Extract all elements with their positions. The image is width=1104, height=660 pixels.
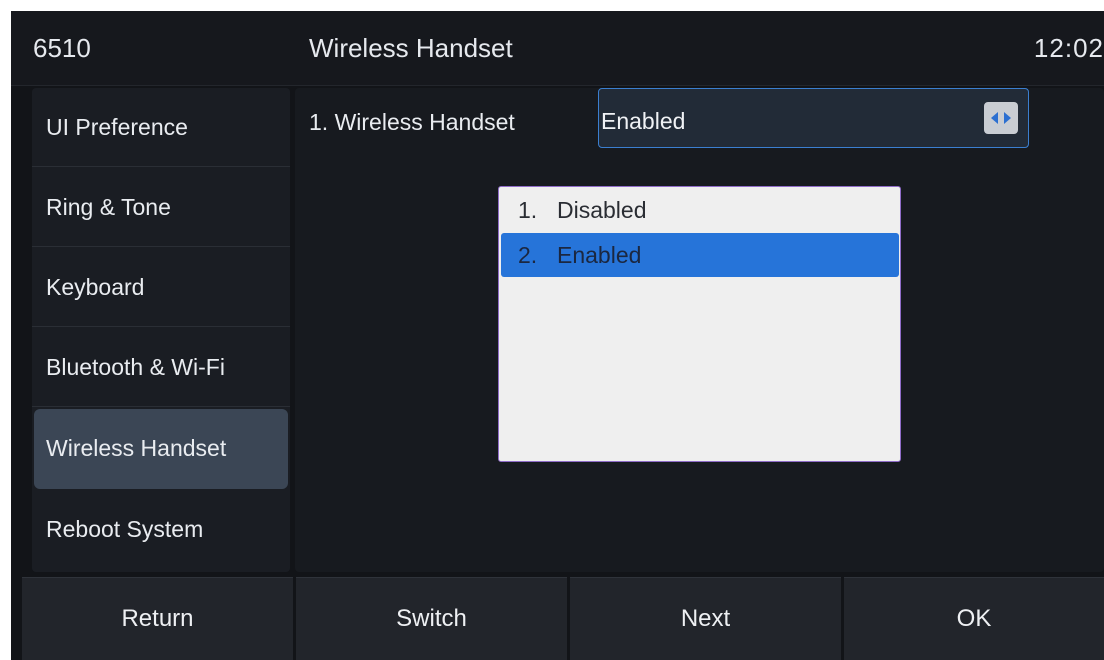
clock: 12:02 [1033, 33, 1104, 63]
option-disabled[interactable]: 1. Disabled [501, 188, 899, 232]
switch-button-label: Switch [396, 605, 467, 632]
sidebar-item-label: Keyboard [46, 274, 145, 300]
left-right-arrows-icon[interactable] [984, 102, 1018, 134]
next-button-label: Next [680, 605, 731, 632]
option-enabled[interactable]: 2. Enabled [501, 233, 899, 277]
sidebar-item-ring-tone[interactable]: Ring & Tone [32, 168, 290, 247]
status-bar: 6510 Wireless Handset 12:02 [11, 11, 1104, 86]
option-number: 2. [518, 242, 538, 268]
select-value: Enabled [601, 108, 686, 134]
sidebar-item-ui-preference[interactable]: UI Preference [32, 88, 290, 167]
sidebar-item-bluetooth-wifi[interactable]: Bluetooth & Wi-Fi [32, 328, 290, 407]
sidebar-item-label: UI Preference [46, 114, 188, 140]
ok-button[interactable]: OK [844, 577, 1104, 660]
options-dropdown: 1. Disabled 2. Enabled [498, 186, 901, 462]
ok-button-label: OK [956, 605, 992, 632]
settings-sidebar: UI Preference Ring & Tone Keyboard Bluet… [32, 88, 290, 572]
option-label: Disabled [557, 197, 647, 223]
option-label: Enabled [557, 242, 642, 268]
sidebar-item-reboot-system[interactable]: Reboot System [32, 490, 290, 569]
sidebar-item-keyboard[interactable]: Keyboard [32, 248, 290, 327]
return-button-label: Return [121, 605, 194, 632]
wireless-handset-select[interactable]: Enabled [598, 88, 1029, 148]
next-button[interactable]: Next [570, 577, 841, 660]
softkey-bar: Return Switch Next OK [22, 577, 1104, 660]
return-button[interactable]: Return [22, 577, 293, 660]
sidebar-item-label: Bluetooth & Wi-Fi [46, 354, 225, 380]
phone-screen: 6510 Wireless Handset 12:02 UI Preferenc… [11, 11, 1104, 660]
sidebar-item-label: Wireless Handset [46, 435, 227, 461]
switch-button[interactable]: Switch [296, 577, 567, 660]
wireless-handset-field-label: 1. Wireless Handset [309, 109, 515, 135]
sidebar-item-label: Ring & Tone [46, 194, 171, 220]
model-number: 6510 [33, 33, 91, 63]
sidebar-item-label: Reboot System [46, 516, 204, 542]
page-title: Wireless Handset [309, 33, 513, 63]
sidebar-item-wireless-handset[interactable]: Wireless Handset [34, 409, 288, 489]
option-number: 1. [518, 197, 538, 223]
